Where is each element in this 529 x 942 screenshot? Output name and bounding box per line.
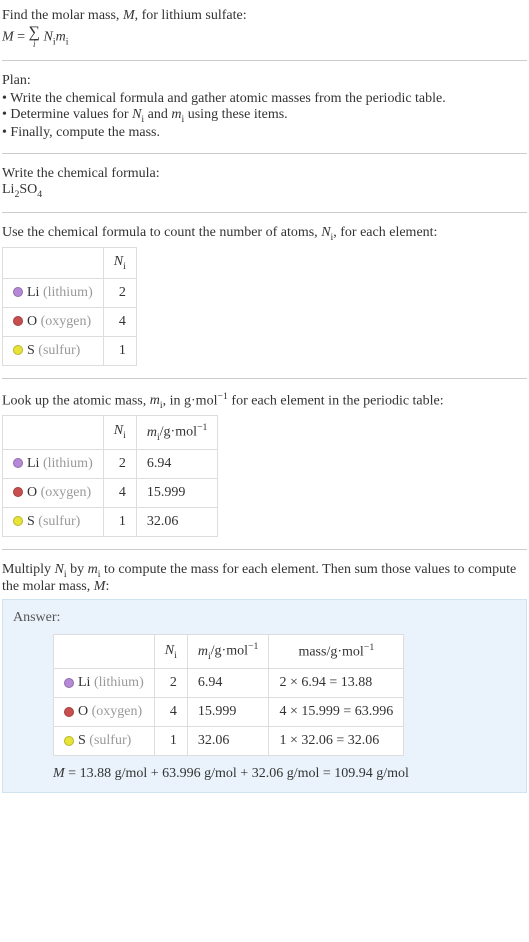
element-dot-icon [13,287,23,297]
count-atoms-section: Use the chemical formula to count the nu… [2,221,527,370]
plan-list: • Write the chemical formula and gather … [2,91,527,141]
element-cell: S (sulfur) [3,507,104,536]
header-empty [3,247,104,278]
answer-label: Answer: [13,610,516,626]
divider [2,378,527,379]
table-row: Li (lithium) 2 6.94 2 × 6.94 = 13.88 [54,668,404,697]
ni-cell: 2 [154,668,187,697]
ni-cell: 1 [154,726,187,755]
mi-cell: 15.999 [136,478,218,507]
table-row: O (oxygen) 4 15.999 4 × 15.999 = 63.996 [54,697,404,726]
plan-item: • Write the chemical formula and gather … [2,91,527,107]
mass-cell: 2 × 6.94 = 13.88 [269,668,404,697]
header-mi: mi/g·mol−1 [187,635,269,668]
write-formula-title: Write the chemical formula: [2,166,527,182]
mi-cell: 32.06 [187,726,269,755]
divider [2,212,527,213]
element-cell: O (oxygen) [54,697,155,726]
element-dot-icon [64,736,74,746]
molar-mass-formula: M = ∑i Nimi [2,26,527,48]
sigma-icon: ∑i [29,26,40,48]
table-row: O (oxygen) 4 [3,307,137,336]
answer-content: Ni mi/g·mol−1 mass/g·mol−1 Li (lithium) … [13,634,516,781]
intro-section: Find the molar mass, M, for lithium sulf… [2,4,527,52]
element-dot-icon [64,707,74,717]
answer-box: Answer: Ni mi/g·mol−1 mass/g·mol−1 Li (l… [2,599,527,792]
ni-cell: 1 [103,336,136,365]
mass-cell: 4 × 15.999 = 63.996 [269,697,404,726]
element-dot-icon [13,516,23,526]
element-cell: Li (lithium) [3,449,104,478]
atoms-count-table: Ni Li (lithium) 2 O (oxygen) 4 S (sulfur… [2,247,137,366]
mi-cell: 6.94 [187,668,269,697]
element-dot-icon [64,678,74,688]
table-row: S (sulfur) 1 32.06 1 × 32.06 = 32.06 [54,726,404,755]
count-atoms-title: Use the chemical formula to count the nu… [2,225,527,243]
plan-title: Plan: [2,73,527,89]
formula-M: M [2,29,14,44]
multiply-section: Multiply Ni by mi to compute the mass fo… [2,558,527,797]
header-mi: mi/g·mol−1 [136,416,218,449]
multiply-text: Multiply Ni by mi to compute the mass fo… [2,562,527,596]
table-row: S (sulfur) 1 32.06 [3,507,218,536]
header-ni: Ni [154,635,187,668]
ni-cell: 4 [103,478,136,507]
header-empty [54,635,155,668]
table-row: Li (lithium) 2 6.94 [3,449,218,478]
ni-cell: 4 [154,697,187,726]
element-cell: O (oxygen) [3,478,104,507]
formula-section: Write the chemical formula: Li2SO4 [2,162,527,204]
table-header-row: Ni mi/g·mol−1 [3,416,218,449]
element-cell: S (sulfur) [54,726,155,755]
mi-cell: 6.94 [136,449,218,478]
ni-cell: 2 [103,449,136,478]
element-cell: O (oxygen) [3,307,104,336]
header-mass: mass/g·mol−1 [269,635,404,668]
ni-cell: 1 [103,507,136,536]
atomic-mass-section: Look up the atomic mass, mi, in g·mol−1 … [2,387,527,541]
table-row: Li (lithium) 2 [3,278,137,307]
atomic-mass-table: Ni mi/g·mol−1 Li (lithium) 2 6.94 O (oxy… [2,415,218,536]
plan-item: • Determine values for Ni and mi using t… [2,107,527,125]
table-header-row: Ni [3,247,137,278]
ni-cell: 4 [103,307,136,336]
answer-table: Ni mi/g·mol−1 mass/g·mol−1 Li (lithium) … [53,634,404,755]
divider [2,60,527,61]
chemical-formula: Li2SO4 [2,182,527,200]
final-result: M = 13.88 g/mol + 63.996 g/mol + 32.06 g… [53,766,516,782]
mi-cell: 32.06 [136,507,218,536]
element-dot-icon [13,487,23,497]
element-cell: Li (lithium) [54,668,155,697]
plan-section: Plan: • Write the chemical formula and g… [2,69,527,145]
atomic-mass-title: Look up the atomic mass, mi, in g·mol−1 … [2,391,527,411]
table-row: O (oxygen) 4 15.999 [3,478,218,507]
mi-cell: 15.999 [187,697,269,726]
mass-cell: 1 × 32.06 = 32.06 [269,726,404,755]
header-ni: Ni [103,247,136,278]
plan-item: • Finally, compute the mass. [2,125,527,141]
element-dot-icon [13,458,23,468]
ni-cell: 2 [103,278,136,307]
element-dot-icon [13,345,23,355]
element-cell: S (sulfur) [3,336,104,365]
element-cell: Li (lithium) [3,278,104,307]
intro-text: Find the molar mass, M, for lithium sulf… [2,8,527,24]
element-dot-icon [13,316,23,326]
divider [2,549,527,550]
divider [2,153,527,154]
table-header-row: Ni mi/g·mol−1 mass/g·mol−1 [54,635,404,668]
header-ni: Ni [103,416,136,449]
table-row: S (sulfur) 1 [3,336,137,365]
header-empty [3,416,104,449]
